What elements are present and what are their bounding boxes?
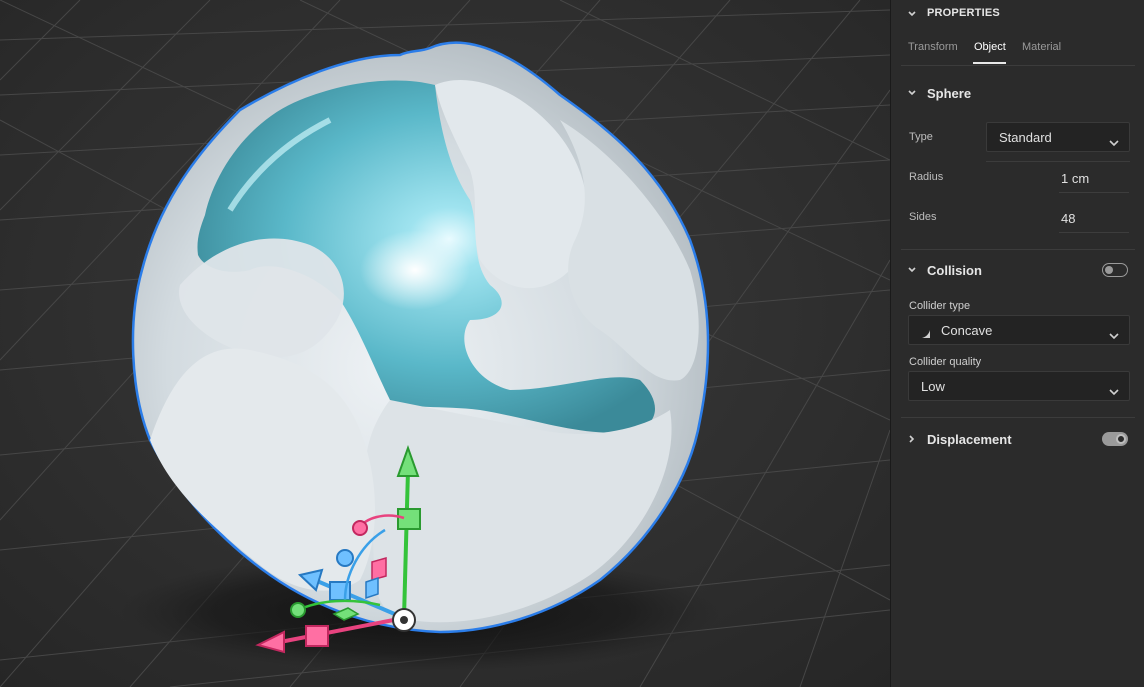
radius-underline (1059, 192, 1129, 193)
chevron-down-icon (907, 265, 917, 275)
sides-underline (1059, 232, 1129, 233)
properties-title: PROPERTIES (927, 7, 1000, 19)
gizmo-plane-yz[interactable] (365, 576, 379, 600)
collider-quality-value: Low (921, 379, 945, 394)
radius-value: 1 cm (1061, 171, 1090, 186)
toggle-knob (1116, 434, 1126, 444)
chevron-down-icon (1109, 383, 1119, 396)
chevron-right-icon (907, 434, 917, 444)
type-value: Standard (999, 130, 1052, 145)
properties-header[interactable]: PROPERTIES (891, 1, 1144, 25)
gizmo-x-scale-handle[interactable] (305, 625, 329, 647)
collision-toggle[interactable] (1102, 263, 1128, 277)
divider (986, 161, 1130, 162)
gizmo-rotate-y-handle[interactable] (290, 602, 306, 618)
collider-type-dropdown[interactable]: Concave (908, 315, 1130, 345)
3d-viewport[interactable] (0, 0, 890, 687)
gizmo-y-scale-handle[interactable] (397, 508, 421, 530)
collision-section-title: Collision (927, 262, 982, 278)
type-label: Type (909, 131, 933, 143)
chevron-down-icon (1109, 134, 1119, 147)
type-dropdown[interactable]: Standard (986, 122, 1130, 152)
chevron-down-icon (907, 9, 917, 19)
sides-value: 48 (1061, 211, 1076, 226)
specular-highlight (360, 230, 470, 310)
chevron-down-icon (907, 88, 917, 98)
sphere-section-header[interactable]: Sphere (891, 81, 1144, 105)
sides-label: Sides (909, 211, 937, 223)
displacement-section-title: Displacement (927, 431, 1012, 447)
radius-field[interactable]: 1 cm (1061, 168, 1131, 188)
displacement-toggle[interactable] (1102, 432, 1128, 446)
sides-field[interactable]: 48 (1061, 208, 1131, 228)
collider-type-value: Concave (941, 323, 993, 338)
tab-material[interactable]: Material (1022, 41, 1061, 53)
tab-transform[interactable]: Transform (908, 41, 958, 53)
gizmo-plane-xy[interactable] (371, 557, 387, 581)
tab-active-indicator (973, 62, 1006, 64)
divider (901, 249, 1135, 250)
chevron-down-icon (1109, 327, 1119, 340)
properties-panel: PROPERTIES Transform Object Material Sph… (890, 0, 1144, 687)
concave-shape-icon (921, 326, 931, 338)
viewport-canvas[interactable] (0, 0, 890, 687)
gizmo-pivot-center (400, 616, 408, 624)
radius-label: Radius (909, 171, 944, 183)
collider-quality-dropdown[interactable]: Low (908, 371, 1130, 401)
collider-type-label: Collider type (909, 300, 971, 312)
gizmo-rotate-z-handle[interactable] (336, 549, 354, 567)
divider (901, 65, 1135, 66)
sphere-section-title: Sphere (927, 85, 972, 101)
toggle-knob (1105, 266, 1113, 274)
divider (901, 417, 1135, 418)
tab-object[interactable]: Object (974, 41, 1006, 53)
collider-quality-label: Collider quality (909, 356, 982, 368)
gizmo-rotate-x-handle[interactable] (352, 520, 368, 536)
